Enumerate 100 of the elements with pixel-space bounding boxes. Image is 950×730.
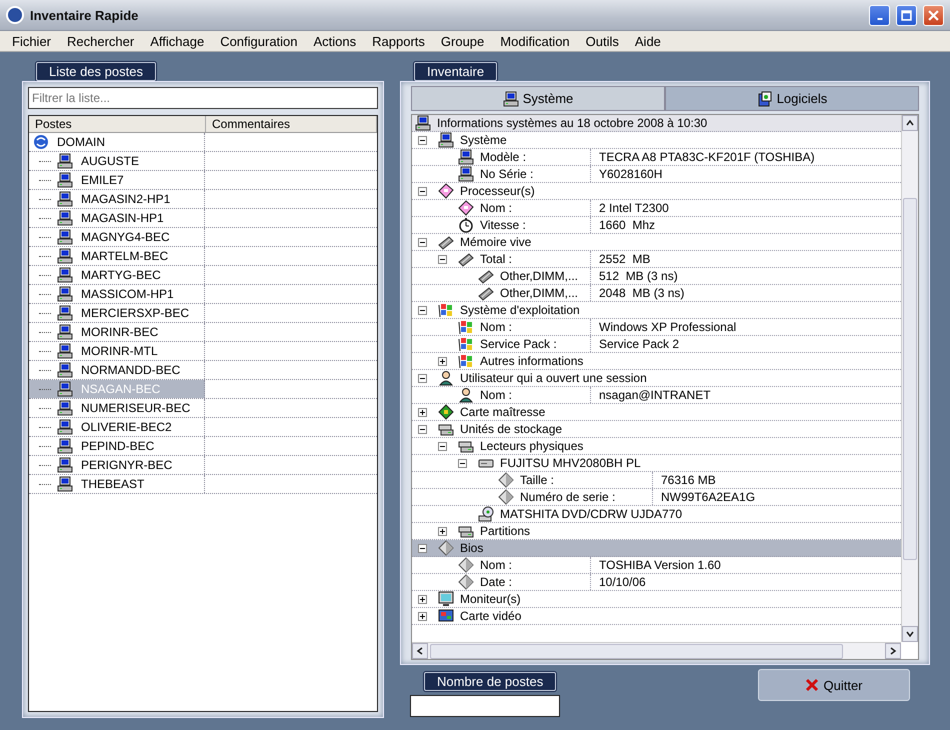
host-row[interactable]: MASSICOM-HP1 <box>29 285 377 304</box>
scroll-up-icon[interactable] <box>902 115 918 131</box>
tree-row[interactable]: Moniteur(s) <box>412 591 901 608</box>
tree-row[interactable]: Total : 2552 MB <box>412 251 901 268</box>
host-row[interactable]: PEPIND-BEC <box>29 437 377 456</box>
monitor-icon <box>438 591 454 607</box>
diamond-icon <box>458 557 474 573</box>
menu-item[interactable]: Outils <box>578 34 627 48</box>
host-row[interactable]: MAGASIN-HP1 <box>29 209 377 228</box>
vertical-scrollbar[interactable] <box>901 115 918 642</box>
tree-label: Unités de stockage <box>460 422 562 436</box>
tree-row[interactable]: Modèle : TECRA A8 PTA83C-KF201F (TOSHIBA) <box>412 149 901 166</box>
host-row[interactable]: AUGUSTE <box>29 152 377 171</box>
scroll-left-icon[interactable] <box>412 643 428 659</box>
collapse-icon[interactable] <box>418 306 426 314</box>
host-row[interactable]: MAGASIN2-HP1 <box>29 190 377 209</box>
tree-label: Nom : <box>480 320 512 334</box>
close-button[interactable] <box>923 4 944 26</box>
menu-item[interactable]: Aide <box>626 34 669 48</box>
host-row[interactable]: EMILE7 <box>29 171 377 190</box>
tree-row[interactable]: Bios <box>412 540 901 557</box>
collapse-icon[interactable] <box>418 186 426 196</box>
computer-icon <box>57 191 73 207</box>
filter-field[interactable]: Filtrer la liste... <box>28 87 378 109</box>
host-row[interactable]: MARTYG-BEC <box>29 266 377 285</box>
quit-button[interactable]: Quitter <box>758 669 910 701</box>
expand-icon[interactable] <box>438 356 446 366</box>
host-row[interactable]: MAGNYG4-BEC <box>29 228 377 247</box>
collapse-icon[interactable] <box>438 442 446 450</box>
tree-row[interactable]: MATSHITA DVD/CDRW UJDA770 <box>412 506 901 523</box>
tree-row[interactable]: FUJITSU MHV2080BH PL <box>412 455 901 472</box>
scroll-down-icon[interactable] <box>902 626 918 642</box>
tree-row[interactable]: Date : 10/10/06 <box>412 574 901 591</box>
menu-item[interactable]: Actions <box>306 34 364 48</box>
tree-row[interactable]: Autres informations <box>412 353 901 370</box>
tree-row[interactable]: Other,DIMM,... 2048 MB (3 ns) <box>412 285 901 302</box>
collapse-icon[interactable] <box>418 374 426 382</box>
host-row[interactable]: MORINR-BEC <box>29 323 377 342</box>
computer-icon <box>57 286 73 302</box>
column-header[interactable]: Postes <box>29 116 206 132</box>
host-row[interactable]: OLIVERIE-BEC2 <box>29 418 377 437</box>
collapse-icon[interactable] <box>418 238 426 246</box>
tree-row[interactable]: Système d'exploitation <box>412 302 901 319</box>
tree-row[interactable]: Vitesse : 1660 Mhz <box>412 217 901 234</box>
collapse-icon[interactable] <box>438 254 446 264</box>
host-row[interactable]: PERIGNYR-BEC <box>29 456 377 475</box>
host-row[interactable]: MARTELM-BEC <box>29 247 377 266</box>
menu-item[interactable]: Modification <box>492 34 578 48</box>
tree-row[interactable]: Nom : Windows XP Professional <box>412 319 901 336</box>
tree-row[interactable]: Unités de stockage <box>412 421 901 438</box>
menu-item[interactable]: Rapports <box>364 34 433 48</box>
tree-row[interactable]: Système <box>412 132 901 149</box>
scroll-right-icon[interactable] <box>885 643 901 659</box>
tree-row[interactable]: Service Pack : Service Pack 2 <box>412 336 901 353</box>
tree-row[interactable]: No Série : Y6028160H <box>412 166 901 183</box>
tree-value: 10/10/06 <box>590 574 646 590</box>
collapse-icon[interactable] <box>418 136 426 144</box>
count-field[interactable] <box>410 695 560 717</box>
tree-row[interactable]: Nom : TOSHIBA Version 1.60 <box>412 557 901 574</box>
column-header[interactable]: Commentaires <box>206 116 377 132</box>
tree-value: 2552 MB <box>590 251 650 267</box>
tree-row[interactable]: Carte vidéo <box>412 608 901 625</box>
domain-label[interactable]: DOMAIN <box>55 135 107 149</box>
host-row[interactable]: MORINR-MTL <box>29 342 377 361</box>
collapse-icon[interactable] <box>458 458 466 468</box>
expand-icon[interactable] <box>418 408 426 416</box>
horizontal-scrollbar[interactable] <box>412 642 901 659</box>
menu-item[interactable]: Fichier <box>4 34 60 48</box>
tab[interactable]: Logiciels <box>665 86 919 111</box>
globe-icon <box>33 134 49 150</box>
tree-row[interactable]: Lecteurs physiques <box>412 438 901 455</box>
menu-item[interactable]: Rechercher <box>59 34 142 48</box>
scroll-thumb[interactable] <box>430 644 843 658</box>
tree-label: Numéro de serie : <box>520 490 616 504</box>
tree-row[interactable]: Other,DIMM,... 512 MB (3 ns) <box>412 268 901 285</box>
collapse-icon[interactable] <box>418 544 426 552</box>
collapse-icon[interactable] <box>418 424 426 434</box>
tree-value: Y6028160H <box>590 166 662 182</box>
tree-value: TECRA A8 PTA83C-KF201F (TOSHIBA) <box>590 149 815 165</box>
tree-row[interactable]: Utilisateur qui a ouvert une session <box>412 370 901 387</box>
expand-icon[interactable] <box>418 612 426 620</box>
tree-row[interactable]: Numéro de serie : NW99T6A2EA1G <box>412 489 901 506</box>
tree-row[interactable]: Nom : nsagan@INTRANET <box>412 387 901 404</box>
host-row[interactable]: NUMERISEUR-BEC <box>29 399 377 418</box>
tree-row[interactable]: Mémoire vive <box>412 234 901 251</box>
maximize-button[interactable] <box>896 4 917 26</box>
tree-row[interactable]: Nom : 2 Intel T2300 <box>412 200 901 217</box>
minimize-button[interactable] <box>869 4 890 26</box>
tab[interactable]: Système <box>411 86 665 111</box>
tree-row[interactable]: Processeur(s) <box>412 183 901 200</box>
host-row[interactable]: THEBEAST <box>29 475 377 494</box>
expand-icon[interactable] <box>438 526 446 536</box>
scroll-thumb[interactable] <box>903 198 917 560</box>
tree-row[interactable]: Taille : 76316 MB <box>412 472 901 489</box>
tree-row[interactable]: Carte maîtresse <box>412 404 901 421</box>
menu-item[interactable]: Configuration <box>212 34 306 48</box>
menu-item[interactable]: Groupe <box>432 34 492 48</box>
menu-item[interactable]: Affichage <box>142 34 212 48</box>
host-row[interactable]: MERCIERSXP-BEC <box>29 304 377 323</box>
expand-icon[interactable] <box>418 594 426 604</box>
